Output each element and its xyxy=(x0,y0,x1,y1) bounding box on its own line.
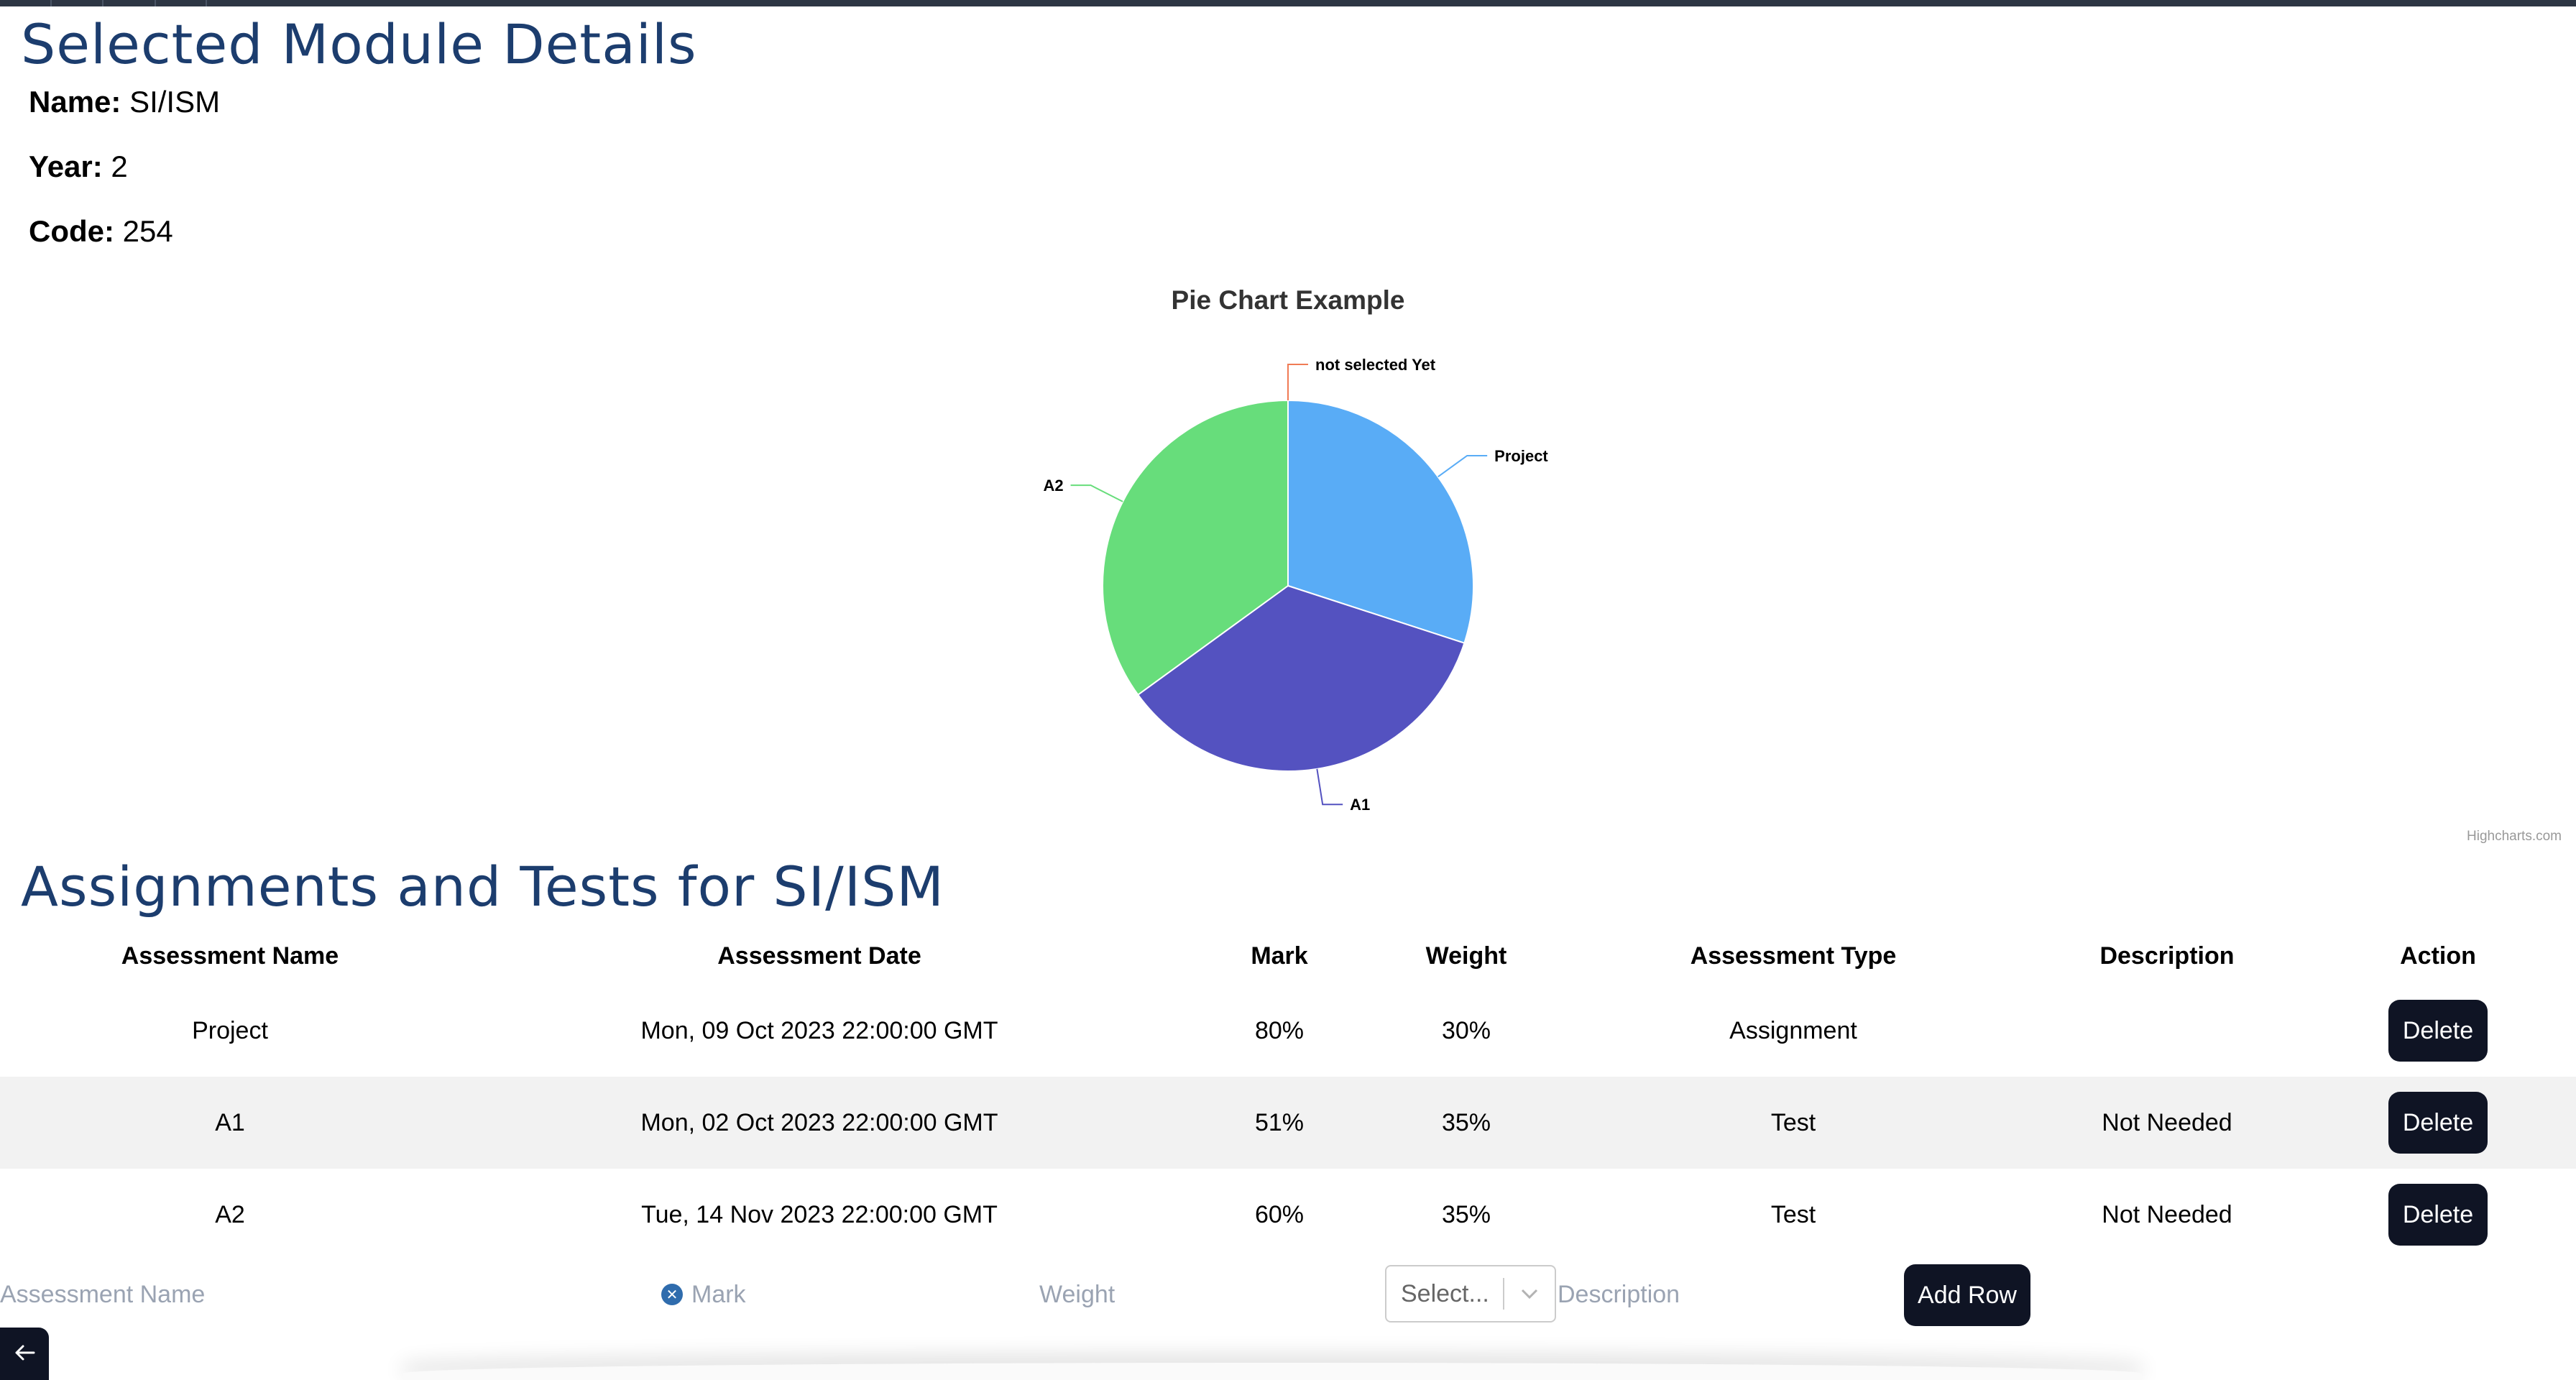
cell-weight: 35% xyxy=(1380,1077,1552,1169)
header-weight: Weight xyxy=(1425,942,1507,970)
table-row: A2 Tue, 14 Nov 2023 22:00:00 GMT 60% 35%… xyxy=(0,1169,2576,1261)
pie-chart-svg: Pie Chart Example not selected Yet Projec… xyxy=(1043,285,2562,844)
weight-input[interactable] xyxy=(1039,1280,1341,1309)
header-assessment-type: Assessment Type xyxy=(1690,942,1897,970)
header-assessment-date: Assessment Date xyxy=(717,942,921,970)
cell-description xyxy=(2034,985,2300,1077)
cell-assessment-date: Mon, 09 Oct 2023 22:00:00 GMT xyxy=(640,1016,998,1044)
cell-mark: 51% xyxy=(1179,1077,1380,1169)
module-year-label: Year: xyxy=(29,150,103,183)
pie-connector-a1 xyxy=(1316,768,1343,806)
pie-connector-a2 xyxy=(1070,484,1123,502)
header-mark: Mark xyxy=(1251,942,1308,970)
page-title: Selected Module Details xyxy=(21,12,697,76)
top-bar-divider xyxy=(155,0,156,6)
bottom-panel-edge xyxy=(402,1363,2142,1380)
module-code-row: Code: 254 xyxy=(29,214,173,249)
delete-button[interactable]: Delete xyxy=(2388,1000,2488,1062)
header-description: Description xyxy=(2099,942,2235,970)
module-code-value: 254 xyxy=(122,214,173,248)
window-top-bar xyxy=(0,0,2576,6)
delete-button[interactable]: Delete xyxy=(2388,1092,2488,1154)
pie-label-project: Project xyxy=(1494,447,1548,465)
table-row: Project Mon, 09 Oct 2023 22:00:00 GMT 80… xyxy=(0,985,2576,1077)
mark-field: ✕ xyxy=(661,1261,1021,1328)
cell-assessment-name: A1 xyxy=(0,1077,460,1169)
delete-button[interactable]: Delete xyxy=(2388,1184,2488,1246)
description-field xyxy=(1558,1261,1874,1328)
pie-chart: Pie Chart Example not selected Yet Projec… xyxy=(0,266,2576,855)
cell-assessment-type: Test xyxy=(1770,1200,1816,1228)
assessment-type-select[interactable]: Select... xyxy=(1385,1265,1556,1322)
assessments-title: Assignments and Tests for SI/ISM xyxy=(21,855,944,919)
chart-credits[interactable]: Highcharts.com xyxy=(2467,829,2562,844)
cell-assessment-type: Assignment xyxy=(1729,1016,1857,1044)
module-year-value: 2 xyxy=(111,150,128,183)
assessment-name-field xyxy=(0,1261,431,1328)
description-input[interactable] xyxy=(1558,1280,1874,1309)
cell-assessment-date: Tue, 14 Nov 2023 22:00:00 GMT xyxy=(641,1200,998,1228)
top-bar-divider xyxy=(50,0,52,6)
add-assessment-form: ✕ Select... Add Row xyxy=(0,1261,2576,1328)
back-button[interactable] xyxy=(0,1328,49,1380)
cell-assessment-name: Project xyxy=(192,1016,268,1044)
top-bar-divider xyxy=(102,0,104,6)
header-action: Action xyxy=(2400,942,2476,970)
cell-assessment-type: Test xyxy=(1552,1077,2034,1169)
weight-field xyxy=(1039,1261,1341,1328)
cell-assessment-name: A2 xyxy=(215,1200,245,1228)
mark-input[interactable] xyxy=(691,1280,1008,1309)
pie-label-a2: A2 xyxy=(1043,477,1063,494)
chart-title: Pie Chart Example xyxy=(1172,285,1405,315)
module-code-label: Code: xyxy=(29,214,114,248)
module-name-row: Name: SI/ISM xyxy=(29,85,220,119)
pie-connector-project xyxy=(1438,454,1488,478)
cell-weight: 35% xyxy=(1441,1200,1491,1228)
close-circle-icon[interactable]: ✕ xyxy=(661,1284,683,1305)
cell-action: Delete xyxy=(2300,985,2576,1077)
select-value: Select... xyxy=(1401,1279,1489,1307)
cell-description: Not Needed xyxy=(2102,1200,2232,1228)
arrow-left-icon xyxy=(14,1344,35,1363)
add-row-button[interactable]: Add Row xyxy=(1904,1264,2030,1326)
table-row: A1 Mon, 02 Oct 2023 22:00:00 GMT 51% 35%… xyxy=(0,1077,2576,1169)
module-name-value: SI/ISM xyxy=(129,85,221,119)
module-year-row: Year: 2 xyxy=(29,150,128,184)
header-assessment-name: Assessment Name xyxy=(121,942,339,970)
cell-weight: 30% xyxy=(1441,1016,1491,1044)
cell-mark: 80% xyxy=(1254,1016,1305,1044)
pie-label-a1: A1 xyxy=(1350,796,1370,814)
cell-description: Not Needed xyxy=(2034,1077,2300,1169)
cell-action: Delete xyxy=(2300,1077,2576,1169)
cell-mark: 60% xyxy=(1254,1200,1305,1228)
chevron-down-icon[interactable] xyxy=(1504,1288,1555,1300)
cell-assessment-date: Mon, 02 Oct 2023 22:00:00 GMT xyxy=(460,1077,1179,1169)
cell-action: Delete xyxy=(2300,1169,2576,1261)
assessments-table: Assessment Name Assessment Date Mark Wei… xyxy=(0,927,2576,1261)
assessment-name-input[interactable] xyxy=(0,1280,431,1309)
table-header-row: Assessment Name Assessment Date Mark Wei… xyxy=(0,927,2576,985)
module-name-label: Name: xyxy=(29,85,121,119)
pie-label-not-selected-yet: not selected Yet xyxy=(1315,356,1436,374)
top-bar-divider xyxy=(206,0,207,6)
pie-connector-not-selected-yet xyxy=(1287,364,1308,400)
